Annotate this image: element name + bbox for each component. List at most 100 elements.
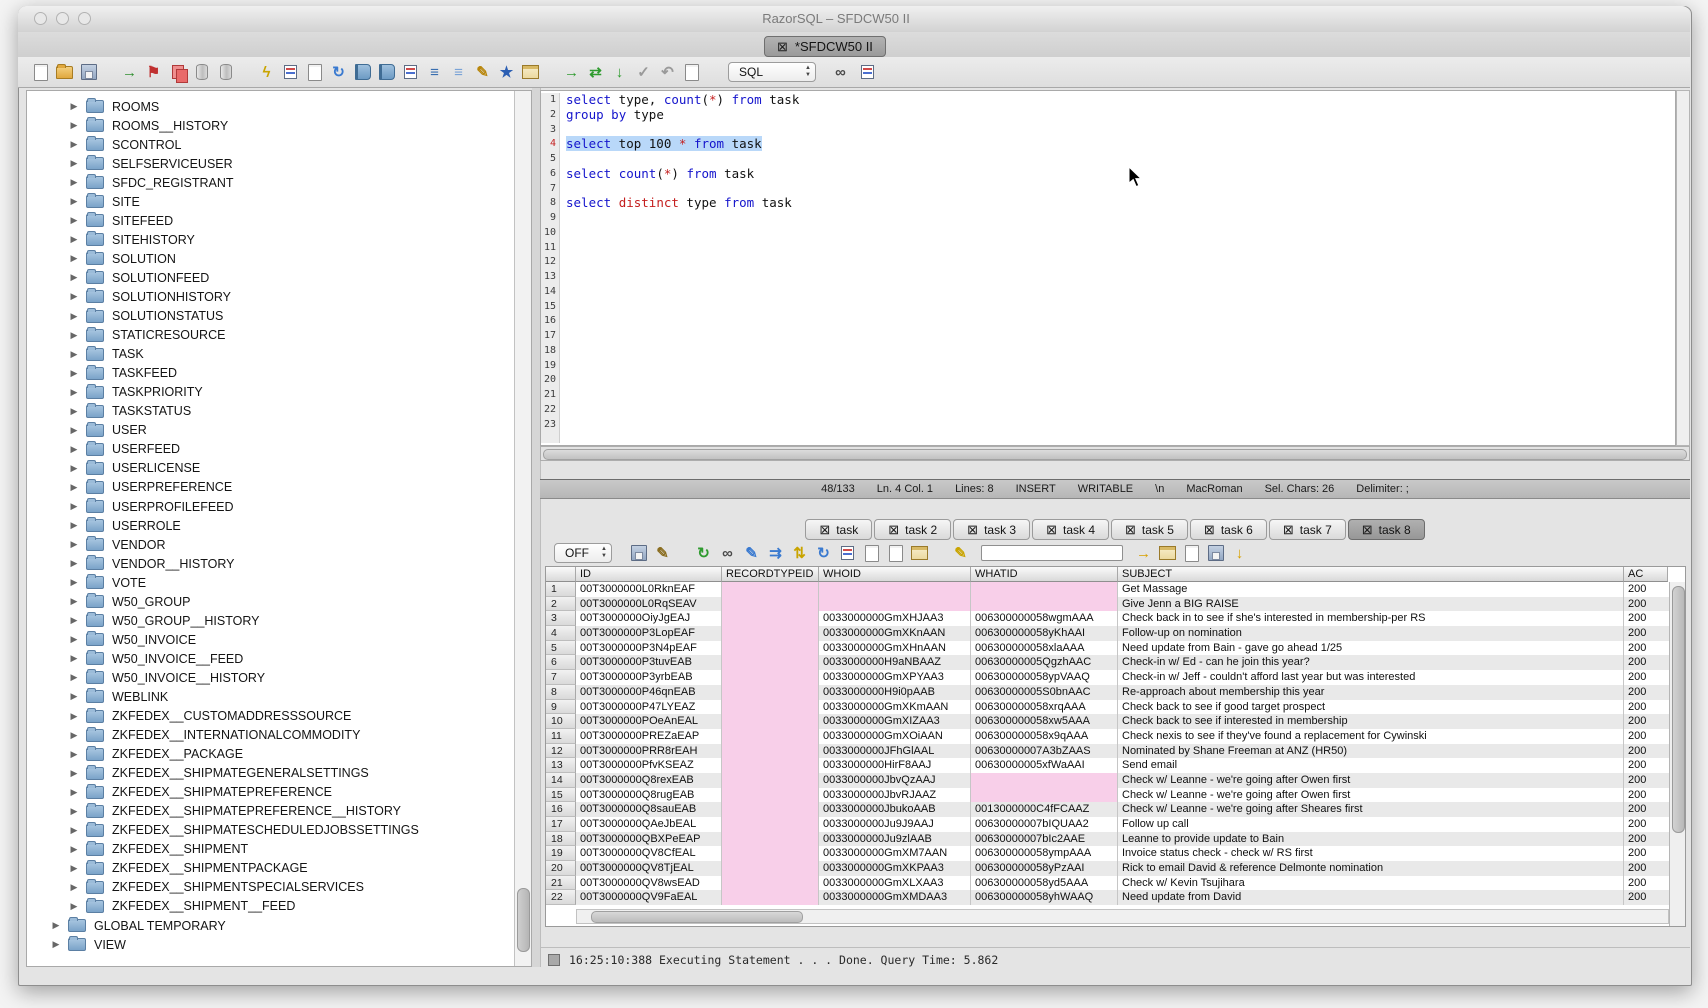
cell-whoid[interactable]: 0033000000JbvQzAAJ xyxy=(819,773,971,788)
cell-ac[interactable]: 200 xyxy=(1624,744,1668,759)
tree-item-selfserviceuser[interactable]: ▶SELFSERVICEUSER xyxy=(27,154,515,173)
next-result-icon[interactable]: → xyxy=(1133,543,1154,563)
cell-whatid[interactable]: 006300000058xw5AAA xyxy=(971,714,1118,729)
cell-whatid[interactable] xyxy=(971,773,1118,788)
cell-whatid[interactable]: 00630000007bIQUAA2 xyxy=(971,817,1118,832)
tree-item-zkfedex-shipment-feed[interactable]: ▶ZKFEDEX__SHIPMENT__FEED xyxy=(27,897,515,916)
refresh-objects-icon[interactable]: ↻ xyxy=(328,62,349,82)
disclosure-triangle-icon[interactable]: ▶ xyxy=(51,939,61,950)
disclosure-triangle-icon[interactable]: ▶ xyxy=(69,272,79,283)
cell-whatid[interactable]: 006300000058xrqAAA xyxy=(971,700,1118,715)
disclosure-triangle-icon[interactable]: ▶ xyxy=(69,330,79,341)
cell-recordtypeid[interactable] xyxy=(722,641,819,656)
close-result-tab-icon[interactable]: ⊠ xyxy=(888,523,899,536)
save-file-icon[interactable] xyxy=(78,62,99,82)
column-header-subject[interactable]: SUBJECT xyxy=(1118,567,1624,582)
cell-recordtypeid[interactable] xyxy=(722,729,819,744)
tree-item-zkfedex-package[interactable]: ▶ZKFEDEX__PACKAGE xyxy=(27,745,515,764)
cell-id[interactable]: 00T3000000P3N4pEAF xyxy=(576,641,722,656)
cell-id[interactable]: 00T3000000POeAnEAL xyxy=(576,714,722,729)
sql-code[interactable]: select type, count(*) from taskgroup by … xyxy=(566,93,799,432)
cell-id[interactable]: 00T3000000QBXPeEAP xyxy=(576,832,722,847)
tree-item-solutionstatus[interactable]: ▶SOLUTIONSTATUS xyxy=(27,307,515,326)
cell-recordtypeid[interactable] xyxy=(722,861,819,876)
cell-whatid[interactable] xyxy=(971,788,1118,803)
cell-ac[interactable]: 200 xyxy=(1624,611,1668,626)
disclosure-triangle-icon[interactable]: ▶ xyxy=(69,139,79,150)
cell-recordtypeid[interactable] xyxy=(722,788,819,803)
cell-ac[interactable]: 200 xyxy=(1624,788,1668,803)
cell-whoid[interactable]: 0033000000GmXHJAA3 xyxy=(819,611,971,626)
describe-results-icon[interactable] xyxy=(861,543,882,563)
tree-item-userpreference[interactable]: ▶USERPREFERENCE xyxy=(27,478,515,497)
disclosure-triangle-icon[interactable]: ▶ xyxy=(51,920,61,931)
cell-subject[interactable]: Rick to email David & reference Delmonte… xyxy=(1118,861,1624,876)
cell-ac[interactable]: 200 xyxy=(1624,655,1668,670)
cell-whatid[interactable]: 006300000058yhWAAQ xyxy=(971,890,1118,905)
cell-whoid[interactable]: 0033000000JFhGlAAL xyxy=(819,744,971,759)
cell-whoid[interactable]: 0033000000HirF8AAJ xyxy=(819,758,971,773)
cell-ac[interactable]: 200 xyxy=(1624,802,1668,817)
disconnect-database-icon[interactable]: ⚑ xyxy=(143,62,164,82)
cell-whoid[interactable] xyxy=(819,582,971,597)
cell-ac[interactable]: 200 xyxy=(1624,758,1668,773)
cell-whatid[interactable]: 00630000007A3bZAAS xyxy=(971,744,1118,759)
code-line-19[interactable] xyxy=(566,359,799,374)
result-tab-task-7[interactable]: ⊠task 7 xyxy=(1269,519,1346,540)
cell-whoid[interactable]: 0033000000JbukoAAB xyxy=(819,802,971,817)
close-tab-icon[interactable]: ⊠ xyxy=(777,40,788,53)
disclosure-triangle-icon[interactable]: ▶ xyxy=(69,863,79,874)
tree-item-userprofilefeed[interactable]: ▶USERPROFILEFEED xyxy=(27,497,515,516)
disclosure-triangle-icon[interactable]: ▶ xyxy=(69,806,79,817)
table-row[interactable]: 400T3000000P3LopEAF 0033000000GmXKnAAN00… xyxy=(546,626,1685,641)
code-line-18[interactable] xyxy=(566,344,799,359)
close-result-tab-icon[interactable]: ⊠ xyxy=(819,523,830,536)
cell-id[interactable]: 00T3000000P3LopEAF xyxy=(576,626,722,641)
tree-item-taskstatus[interactable]: ▶TASKSTATUS xyxy=(27,402,515,421)
results-vscroll-thumb[interactable] xyxy=(1672,586,1685,833)
code-line-12[interactable] xyxy=(566,255,799,270)
table-row[interactable]: 1500T3000000Q8rugEAB 0033000000JbvRJAAZ … xyxy=(546,788,1685,803)
tree-item-taskfeed[interactable]: ▶TASKFEED xyxy=(27,364,515,383)
table-search-icon[interactable] xyxy=(520,62,541,82)
disclosure-triangle-icon[interactable]: ▶ xyxy=(69,711,79,722)
cell-recordtypeid[interactable] xyxy=(722,582,819,597)
code-line-13[interactable] xyxy=(566,270,799,285)
cell-id[interactable]: 00T3000000PfvKSEAZ xyxy=(576,758,722,773)
cell-whoid[interactable]: 0033000000GmXKmAAN xyxy=(819,700,971,715)
code-line-7[interactable] xyxy=(566,182,799,197)
results-vertical-scrollbar[interactable] xyxy=(1669,582,1685,926)
cell-subject[interactable]: Re-approach about membership this year xyxy=(1118,685,1624,700)
disclosure-triangle-icon[interactable]: ▶ xyxy=(69,120,79,131)
column-header-whatid[interactable]: WHATID xyxy=(971,567,1118,582)
cell-recordtypeid[interactable] xyxy=(722,890,819,905)
column-header-ac[interactable]: AC xyxy=(1624,567,1668,582)
tree-item-solutionhistory[interactable]: ▶SOLUTIONHISTORY xyxy=(27,287,515,306)
tree-item-zkfedex-shipment[interactable]: ▶ZKFEDEX__SHIPMENT xyxy=(27,840,515,859)
disclosure-triangle-icon[interactable]: ▶ xyxy=(69,444,79,455)
tree-item-rooms-history[interactable]: ▶ROOMS__HISTORY xyxy=(27,116,515,135)
table-row[interactable]: 1600T3000000Q8sauEAB 0033000000JbukoAAB0… xyxy=(546,802,1685,817)
editor-vertical-scrollbar[interactable] xyxy=(1676,90,1690,446)
cell-ac[interactable]: 200 xyxy=(1624,876,1668,891)
code-line-23[interactable] xyxy=(566,418,799,433)
cell-whoid[interactable]: 0033000000GmXLXAA3 xyxy=(819,876,971,891)
cell-ac[interactable]: 200 xyxy=(1624,773,1668,788)
table-row[interactable]: 600T3000000P3tuvEAB 0033000000H9aNBAAZ00… xyxy=(546,655,1685,670)
tree-item-w50-group[interactable]: ▶W50_GROUP xyxy=(27,592,515,611)
tree-item-rooms[interactable]: ▶ROOMS xyxy=(27,97,515,116)
cell-recordtypeid[interactable] xyxy=(722,714,819,729)
rollback-icon[interactable]: ↶ xyxy=(657,62,678,82)
execute-statement-icon[interactable]: → xyxy=(561,62,582,82)
disclosure-triangle-icon[interactable]: ▶ xyxy=(69,520,79,531)
table-row[interactable]: 900T3000000P47LYEAZ 0033000000GmXKmAAN00… xyxy=(546,700,1685,715)
reference-book-icon[interactable] xyxy=(376,62,397,82)
cell-whatid[interactable] xyxy=(971,582,1118,597)
cell-whoid[interactable]: 0033000000GmXKPAA3 xyxy=(819,861,971,876)
code-line-10[interactable] xyxy=(566,226,799,241)
cell-whoid[interactable]: 0033000000H9aNBAAZ xyxy=(819,655,971,670)
code-line-5[interactable] xyxy=(566,152,799,167)
cell-recordtypeid[interactable] xyxy=(722,758,819,773)
disclosure-triangle-icon[interactable]: ▶ xyxy=(69,234,79,245)
cell-whoid[interactable]: 0033000000GmXPYAA3 xyxy=(819,670,971,685)
